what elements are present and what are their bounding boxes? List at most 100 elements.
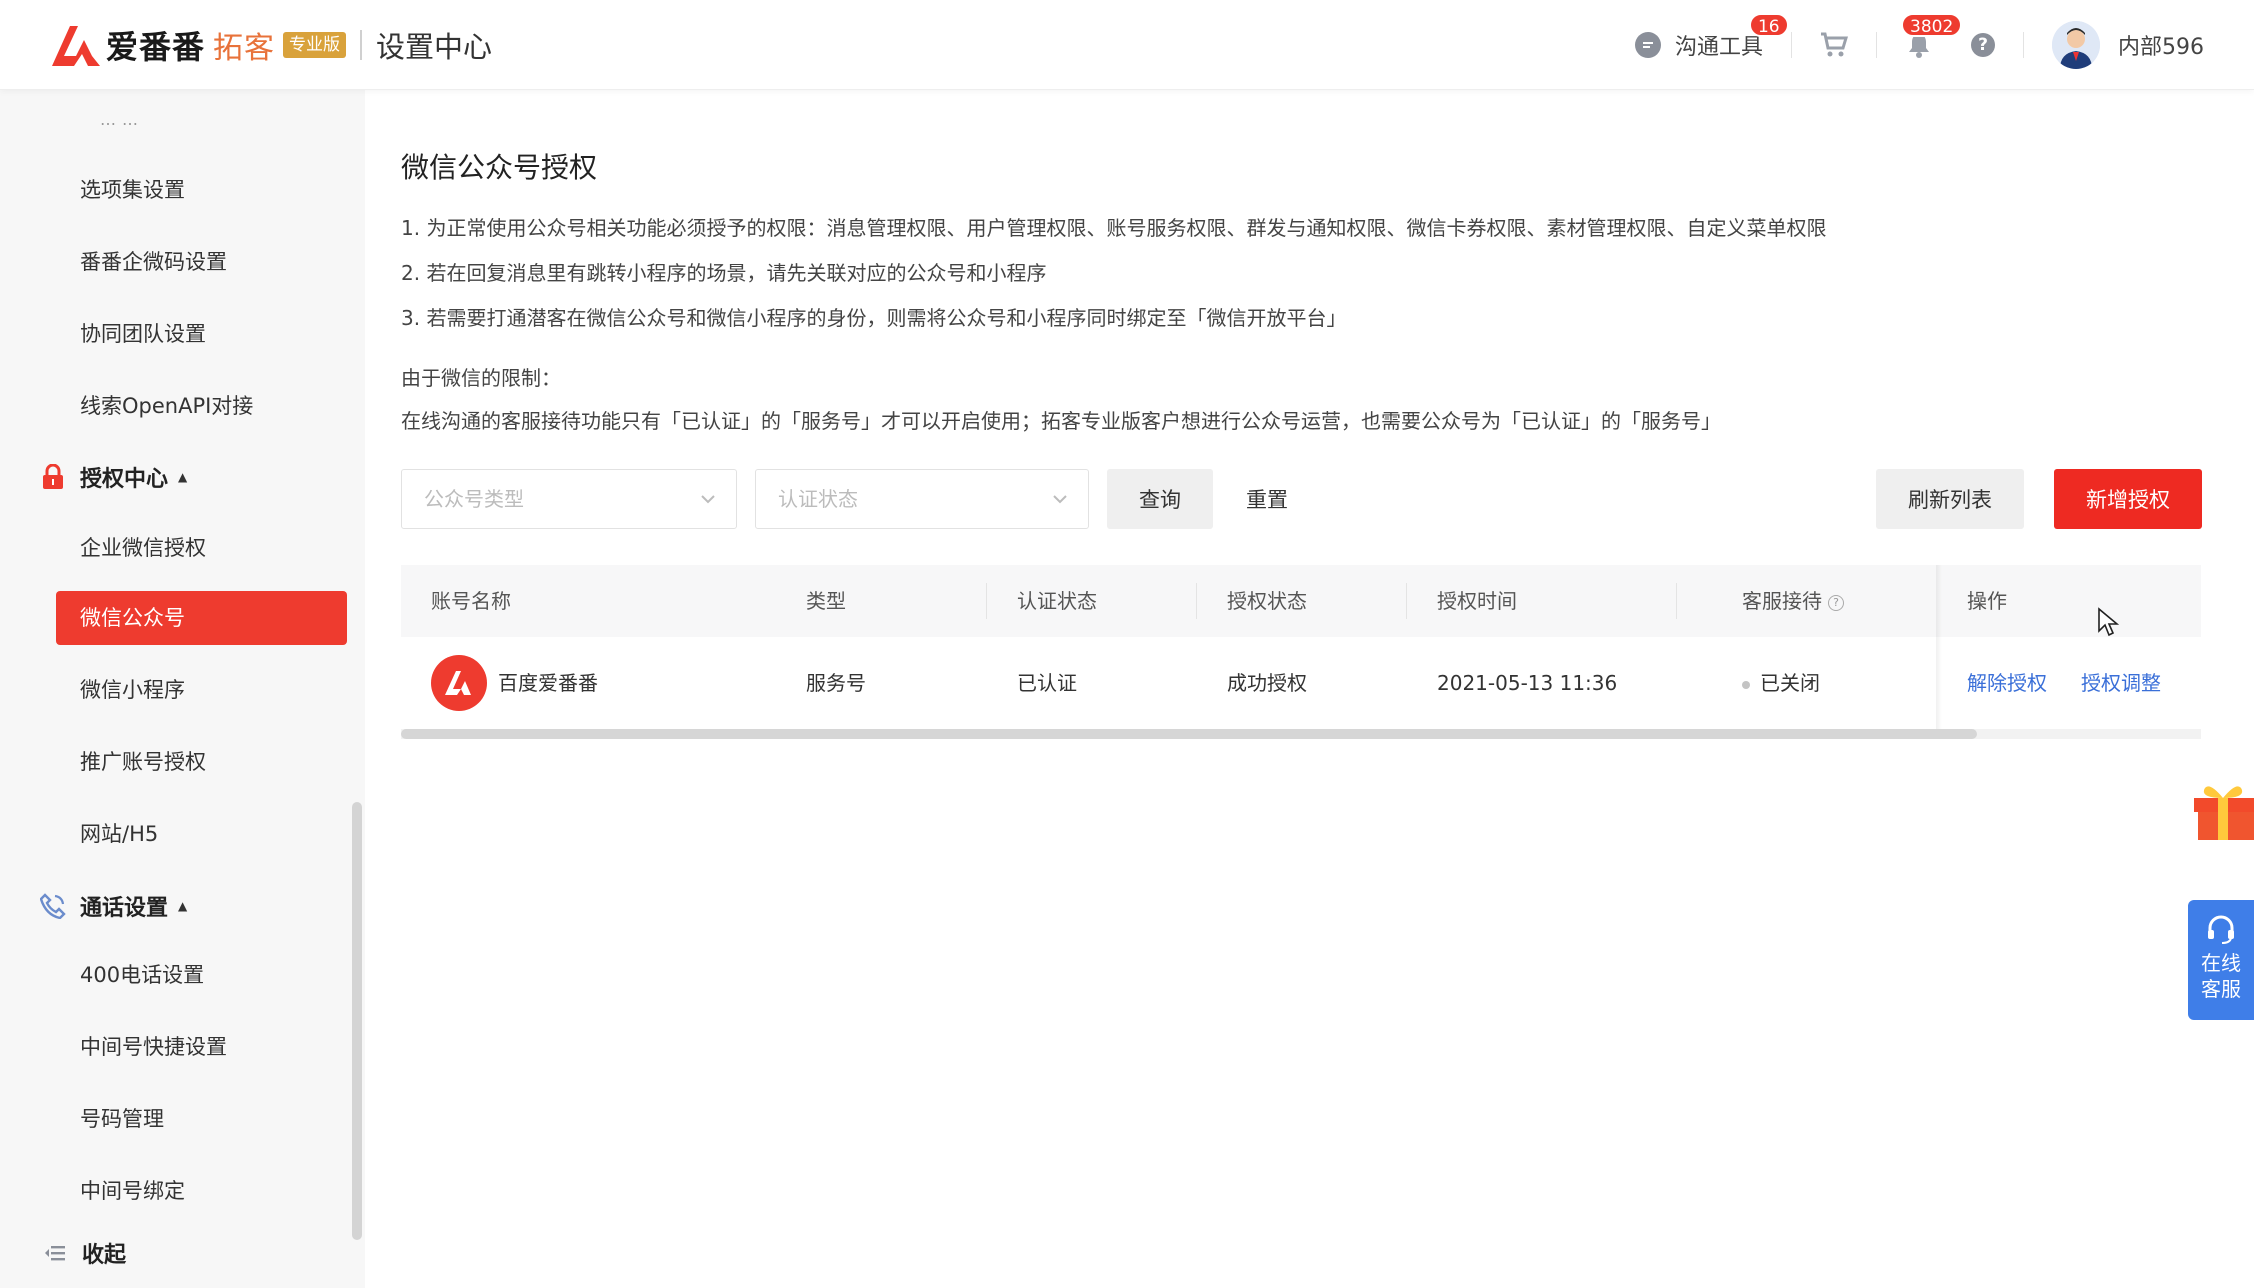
logo-divider [360,30,363,60]
sidebar-collapse-button[interactable]: 收起 [42,1237,126,1269]
note-line-3: 3. 若需要打通潜客在微信公众号和微信小程序的身份，则需将公众号和小程序同时绑定… [401,306,1347,330]
col-divider [1406,583,1407,619]
sidebar-item-cut[interactable]: …… [100,110,144,129]
online-service-button[interactable]: 在线 客服 [2188,900,2254,1020]
add-authorization-button[interactable]: 新增授权 [2054,469,2202,529]
notifications-button[interactable]: 3802 [1901,13,1963,59]
auth-table: 账号名称 类型 认证状态 授权状态 授权时间 客服接待? 操作 百度爱番番 服务… [401,565,2201,745]
refresh-list-button[interactable]: 刷新列表 [1876,469,2024,529]
col-actions: 操作 [1967,589,2007,613]
col-auth-time: 授权时间 [1437,589,1517,613]
sidebar-scrollbar[interactable] [352,802,362,1240]
col-divider [1676,583,1677,619]
caret-up-icon: ▲ [178,899,188,913]
top-right-toolbar: 沟通工具 16 3802 ? 内部596 [1634,0,2204,90]
user-avatar-icon [2052,21,2100,69]
sidebar-item-option-sets[interactable]: 选项集设置 [80,175,185,205]
sidebar-item-mini-program[interactable]: 微信小程序 [80,675,185,705]
chat-icon [1634,32,1661,58]
verify-status-select[interactable]: 认证状态 [755,469,1089,529]
communication-tools-button[interactable]: 沟通工具 16 [1634,13,1789,61]
sidebar-item-team[interactable]: 协同团队设置 [80,319,206,349]
caret-up-icon: ▲ [178,470,188,484]
headset-icon [2208,915,2234,944]
toolbar-divider [2023,32,2024,58]
sidebar: …… 选项集设置 番番企微码设置 协同团队设置 线索OpenAPI对接 授权中心… [0,90,365,1288]
table-row: 百度爱番番 服务号 已认证 成功授权 2021-05-13 11:36 已关闭 … [401,637,2201,729]
cell-account-name: 百度爱番番 [498,671,598,695]
col-type: 类型 [806,589,846,613]
toolbar-divider [1876,32,1877,58]
page-title: 微信公众号授权 [401,151,598,184]
chevron-down-icon [701,495,715,504]
col-divider [1196,583,1197,619]
sidebar-item-wecom-auth[interactable]: 企业微信授权 [80,533,206,563]
cell-type: 服务号 [806,671,866,695]
sidebar-item-openapi[interactable]: 线索OpenAPI对接 [80,391,253,421]
sidebar-item-virtual-number-quick[interactable]: 中间号快捷设置 [80,1032,227,1062]
note-line-2: 2. 若在回复消息里有跳转小程序的场景，请先关联对应的公众号和小程序 [401,261,1047,285]
toolbar-divider [1791,32,1792,58]
user-name[interactable]: 内部596 [2118,29,2204,61]
tools-count-badge: 16 [1748,13,1789,37]
avatar[interactable] [2052,21,2100,69]
section-title: 设置中心 [376,30,493,64]
col-verify-status: 认证状态 [1017,589,1097,613]
sidebar-item-website[interactable]: 网站/H5 [80,819,158,849]
sidebar-item-ad-account[interactable]: 推广账号授权 [80,747,206,777]
note-line-1: 1. 为正常使用公众号相关功能必须授予的权限：消息管理权限、用户管理权限、账号服… [401,216,1827,240]
gift-icon [2194,786,2254,840]
mouse-cursor-icon [2098,607,2119,637]
collapse-icon [42,1240,68,1266]
table-scrollbar-thumb[interactable] [401,729,1977,739]
sidebar-group-auth-label: 授权中心 [80,467,169,492]
col-divider [986,583,987,619]
account-avatar [431,655,487,711]
help-icon[interactable]: ? [1828,594,1844,611]
brand-logo-icon [445,671,471,695]
sidebar-item-virtual-number-bind[interactable]: 中间号绑定 [80,1176,185,1206]
chevron-down-icon [1053,495,1067,504]
online-service-label-2: 客服 [2201,977,2241,1001]
sidebar-item-number-manage[interactable]: 号码管理 [80,1104,164,1134]
notification-count-badge: 3802 [1901,13,1963,37]
main-content: 微信公众号授权 1. 为正常使用公众号相关功能必须授予的权限：消息管理权限、用户… [365,90,2254,1288]
communication-tools-label: 沟通工具 [1674,35,1763,60]
cart-icon[interactable] [1820,31,1848,59]
lock-icon [40,464,66,490]
col-customer-service-label: 客服接待 [1742,589,1822,613]
gift-button[interactable] [2190,776,2254,842]
revoke-auth-link[interactable]: 解除授权 [1967,637,2047,729]
cell-verify-status: 已认证 [1017,671,1077,695]
limit-text: 在线沟通的客服接待功能只有「已认证」的「服务号」才可以开启使用；拓客专业版客户想… [401,409,1721,433]
cell-auth-time: 2021-05-13 11:36 [1437,671,1618,695]
reset-button[interactable]: 重置 [1227,469,1307,529]
cell-customer-service-label: 已关闭 [1760,671,1820,695]
verify-status-placeholder: 认证状态 [778,487,858,511]
col-account-name: 账号名称 [431,589,511,613]
online-service-label-1: 在线 [2201,951,2241,975]
sidebar-group-call-label: 通话设置 [80,896,169,921]
brand-logo[interactable]: 爱番番 拓客 专业版 设置中心 [50,22,492,68]
sidebar-group-auth[interactable]: 授权中心 ▲ [40,461,187,493]
account-type-select[interactable]: 公众号类型 [401,469,737,529]
top-bar: 爱番番 拓客 专业版 设置中心 沟通工具 16 3802 ? 内部596 [0,0,2254,90]
query-button[interactable]: 查询 [1107,469,1213,529]
cell-auth-status: 成功授权 [1227,671,1307,695]
status-dot [1742,680,1750,689]
sidebar-collapse-label: 收起 [82,1243,127,1268]
limit-title: 由于微信的限制： [401,366,561,390]
brand-logo-icon [52,26,100,66]
sidebar-item-wechat-official[interactable]: 微信公众号 [80,603,185,633]
help-icon[interactable]: ? [1971,33,1995,57]
col-customer-service: 客服接待? [1742,565,1844,637]
brand-product: 拓客 [213,31,276,66]
edition-badge: 专业版 [283,32,347,58]
col-auth-status: 授权状态 [1227,589,1307,613]
phone-icon [40,893,66,919]
adjust-auth-link[interactable]: 授权调整 [2081,637,2161,729]
sidebar-group-call[interactable]: 通话设置 ▲ [40,890,187,922]
fixed-column-shadow [1936,565,1942,729]
sidebar-item-wecom-code[interactable]: 番番企微码设置 [80,247,227,277]
sidebar-item-400-phone[interactable]: 400电话设置 [80,960,204,990]
